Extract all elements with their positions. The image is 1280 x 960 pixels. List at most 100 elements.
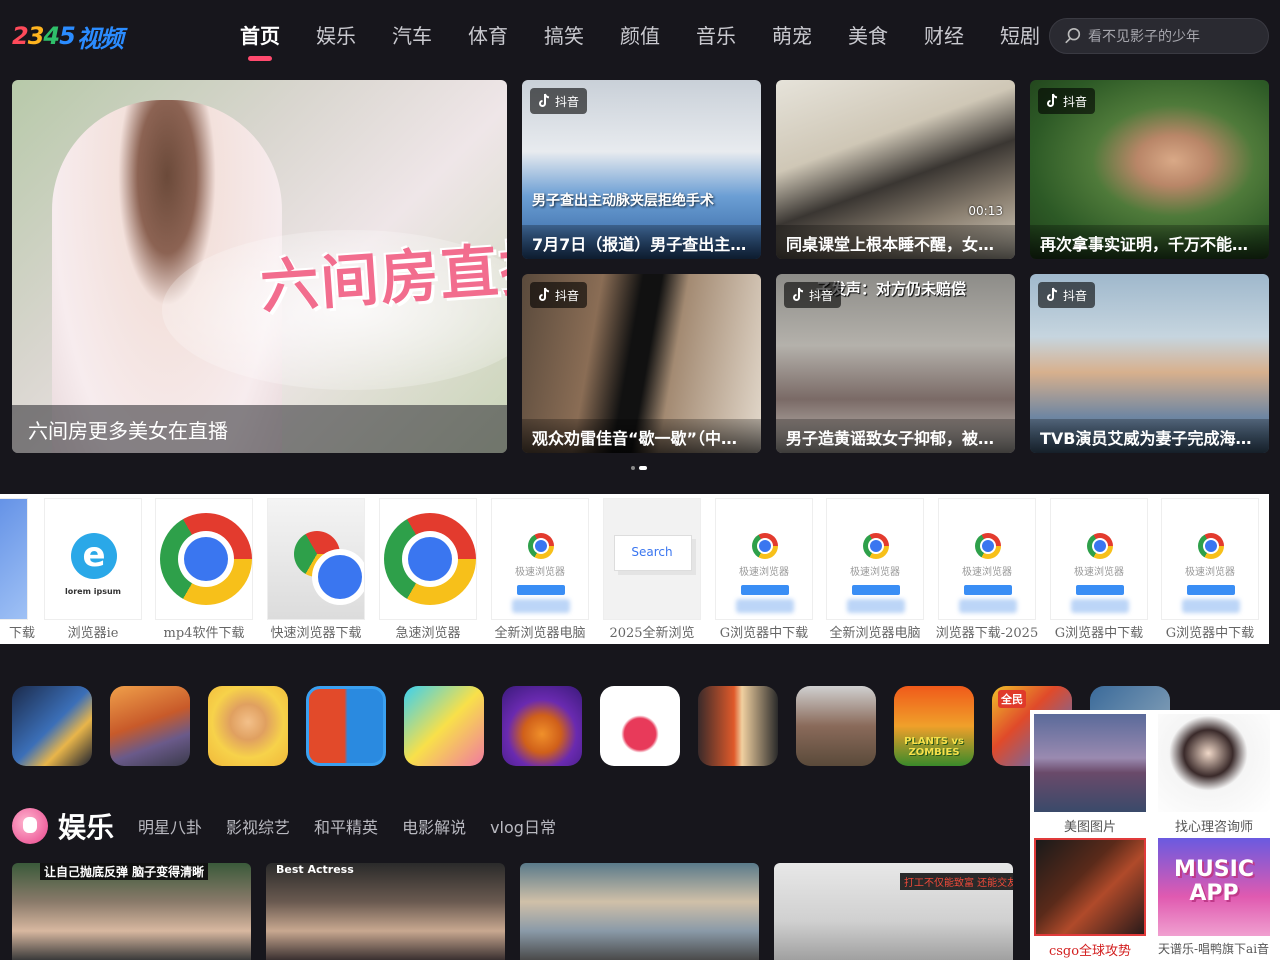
video-card[interactable]: 抖音 TVB演员艾威为妻子完成海…: [1030, 274, 1269, 453]
nav-tab-food[interactable]: 美食: [830, 22, 906, 62]
video-card[interactable]: 让自己抛底反弹 脑子变得清晰: [12, 863, 251, 960]
video-card[interactable]: 打工不仅能致富 还能交友: [774, 863, 1013, 960]
chrome-icon: [1198, 533, 1224, 559]
video-card[interactable]: 抖音 观众劝雷佳音“歇一歇”（中…: [522, 274, 761, 453]
video-card[interactable]: 00:13 同桌课堂上根本睡不醒，女…: [776, 80, 1015, 259]
ad-label: G浏览器中下载: [1165, 626, 1255, 641]
ad-item[interactable]: e lorem ipsum 浏览器ie: [44, 498, 142, 641]
game-icon[interactable]: [698, 686, 778, 766]
ad-label: G浏览器中下载: [719, 626, 809, 641]
nav-tab-finance[interactable]: 财经: [906, 22, 982, 62]
section-header-entertainment: 娱乐 明星八卦 影视综艺 和平精英 电影解说 vlog日常: [12, 806, 556, 846]
ad-label: 急速浏览器: [395, 626, 461, 641]
game-icon[interactable]: [796, 686, 876, 766]
ad-item[interactable]: 极速浏览器 全新浏览器电脑: [826, 498, 924, 641]
game-icon[interactable]: [502, 686, 582, 766]
section-tab[interactable]: 电影解说: [402, 814, 466, 838]
game-icon-text: PLANTS vs ZOMBIES: [904, 736, 964, 758]
ad-item[interactable]: 极速浏览器 浏览器下载-2025: [936, 498, 1038, 641]
panel-image-text: MUSIC APP: [1174, 857, 1254, 906]
nav-tab-auto[interactable]: 汽车: [374, 22, 450, 62]
section-title[interactable]: 娱乐: [58, 806, 114, 846]
search-placeholder: 看不见影子的少年: [1088, 29, 1200, 45]
game-icon[interactable]: [110, 686, 190, 766]
carousel-indicator: [631, 466, 647, 470]
game-icon-text: 全民: [998, 690, 1026, 708]
panel-item[interactable]: 美图图片: [1034, 714, 1146, 835]
section-tab[interactable]: 明星八卦: [138, 814, 202, 838]
ad-strip: 下载 e lorem ipsum 浏览器ie mp4软件下载 快速浏览器下载 急…: [0, 494, 1269, 644]
site-logo[interactable]: 2 3 4 5 视频: [12, 20, 124, 53]
nav-tab-funny[interactable]: 搞笑: [526, 22, 602, 62]
ad-mini-button: [852, 585, 900, 595]
ad-mini-bar: [1071, 599, 1129, 613]
section-tab[interactable]: vlog日常: [490, 814, 556, 838]
section-tab[interactable]: 影视综艺: [226, 814, 290, 838]
panel-label: 找心理咨询师: [1174, 820, 1253, 835]
ad-image: Search: [603, 498, 701, 620]
douyin-badge: 抖音: [784, 282, 842, 308]
nav-tab-home[interactable]: 首页: [222, 22, 298, 62]
panel-item[interactable]: MUSIC APP 天谱乐-唱鸭旗下ai音: [1158, 838, 1270, 957]
ad-image: 极速浏览器: [1161, 498, 1259, 620]
game-icon[interactable]: [208, 686, 288, 766]
game-icon[interactable]: [306, 686, 386, 766]
chrome-icon: [863, 533, 889, 559]
ad-label: 全新浏览器电脑: [494, 626, 586, 641]
ad-item[interactable]: mp4软件下载: [155, 498, 253, 641]
carousel-dot[interactable]: [631, 466, 635, 470]
chrome-icon: [384, 513, 476, 605]
carousel-dot-active[interactable]: [639, 466, 647, 470]
video-card[interactable]: Best Actress: [266, 863, 505, 960]
video-card[interactable]: 男子查出主动脉夹层拒绝手术 抖音 7月7日（报道）男子查出主…: [522, 80, 761, 259]
ad-image: [155, 498, 253, 620]
panel-label: csgo全球攻势: [1048, 944, 1132, 959]
nav-tab-pets[interactable]: 萌宠: [754, 22, 830, 62]
badge-label: 抖音: [1063, 288, 1088, 303]
game-icon[interactable]: PLANTS vs ZOMBIES: [894, 686, 974, 766]
douyin-icon: [539, 287, 550, 301]
section-tab[interactable]: 和平精英: [314, 814, 378, 838]
floating-ad-panel: 美图图片 找心理咨询师 csgo全球攻势 MUSIC APP 天谱乐-唱鸭旗下a…: [1030, 710, 1280, 960]
ad-label: mp4软件下载: [163, 626, 245, 641]
logo-text: 视频: [76, 24, 124, 53]
ad-item[interactable]: 极速浏览器 G浏览器中下载: [715, 498, 813, 641]
ad-item[interactable]: Search 2025全新浏览: [603, 498, 701, 641]
ad-item[interactable]: 下载: [0, 498, 35, 641]
badge-label: 抖音: [555, 288, 580, 303]
ad-item[interactable]: 急速浏览器: [379, 498, 477, 641]
ad-mini-bar: [847, 599, 905, 613]
ad-label: 2025全新浏览: [609, 626, 695, 641]
panel-item[interactable]: 找心理咨询师: [1158, 714, 1270, 835]
nav-tab-looks[interactable]: 颜值: [602, 22, 678, 62]
game-icon[interactable]: [404, 686, 484, 766]
game-icon[interactable]: [12, 686, 92, 766]
ad-image-text: 极速浏览器: [962, 567, 1012, 578]
ad-item[interactable]: 极速浏览器 全新浏览器电脑: [491, 498, 589, 641]
ad-mini-button: [1076, 585, 1124, 595]
video-card[interactable]: 子发声：对方仍未赔偿 抖音 男子造黄谣致女子抑郁，被…: [776, 274, 1015, 453]
video-card[interactable]: 抖音 再次拿事实证明，千万不能…: [1030, 80, 1269, 259]
search-icon: [1065, 27, 1081, 44]
search-box[interactable]: 看不见影子的少年: [1049, 18, 1269, 54]
video-card[interactable]: [520, 863, 759, 960]
ad-mini-bar: [512, 599, 570, 613]
game-icon[interactable]: [600, 686, 680, 766]
logo-digit: 5: [59, 22, 76, 50]
video-caption: 男子造黄谣致女子抑郁，被…: [776, 419, 1015, 453]
ad-image: 极速浏览器: [491, 498, 589, 620]
panel-item[interactable]: csgo全球攻势: [1034, 838, 1146, 959]
hero-banner[interactable]: 六间房直播 六间房更多美女在直播: [12, 80, 507, 453]
douyin-badge: 抖音: [530, 282, 588, 308]
nav-tab-music[interactable]: 音乐: [678, 22, 754, 62]
chrome-icon: [160, 513, 252, 605]
nav-tab-entertainment[interactable]: 娱乐: [298, 22, 374, 62]
ad-label: 浏览器ie: [67, 626, 119, 641]
ad-item[interactable]: 极速浏览器 G浏览器中下载: [1050, 498, 1148, 641]
nav-tab-shortdrama[interactable]: 短剧: [982, 22, 1058, 62]
ad-item[interactable]: 极速浏览器 G浏览器中下载: [1161, 498, 1259, 641]
video-caption: 观众劝雷佳音“歇一歇”（中…: [522, 419, 761, 453]
ad-item[interactable]: 快速浏览器下载: [267, 498, 365, 641]
nav-tab-sports[interactable]: 体育: [450, 22, 526, 62]
ad-image: 极速浏览器: [715, 498, 813, 620]
